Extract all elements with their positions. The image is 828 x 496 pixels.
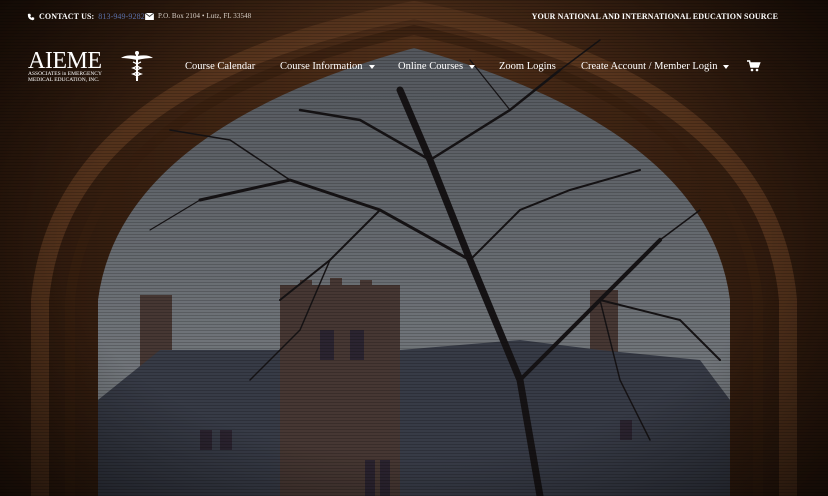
contact-label: CONTACT US: bbox=[39, 12, 95, 21]
nav-zoom-logins[interactable]: Zoom Logins bbox=[499, 61, 556, 72]
chevron-down-icon bbox=[469, 64, 476, 69]
tagline: YOUR NATIONAL AND INTERNATIONAL EDUCATIO… bbox=[531, 12, 778, 21]
nav-label: Course Information bbox=[280, 61, 363, 72]
site-logo[interactable]: AIEME ASSOCIATES in EMERGENCY MEDICAL ED… bbox=[28, 48, 156, 86]
caduceus-icon bbox=[121, 51, 153, 81]
address-text: P.O. Box 2104 • Lutz, FL 33548 bbox=[158, 12, 252, 20]
cart-icon[interactable] bbox=[747, 60, 761, 72]
phone-icon bbox=[27, 13, 35, 20]
nav-course-information[interactable]: Course Information bbox=[280, 61, 375, 72]
nav-label: Zoom Logins bbox=[499, 61, 556, 72]
nav-label: Create Account / Member Login bbox=[581, 61, 718, 72]
mail-icon bbox=[145, 12, 154, 20]
nav-online-courses[interactable]: Online Courses bbox=[398, 61, 476, 72]
mailing-address: P.O. Box 2104 • Lutz, FL 33548 bbox=[145, 12, 251, 20]
chevron-down-icon bbox=[368, 64, 375, 69]
phone-link[interactable]: 813-949-9282 bbox=[98, 12, 145, 21]
contact-info: CONTACT US: 813-949-9282 bbox=[27, 12, 145, 21]
nav-label: Online Courses bbox=[398, 61, 464, 72]
logo-subtitle-line2: MEDICAL EDUCATION, INC. bbox=[28, 77, 100, 83]
top-utility-bar: CONTACT US: 813-949-9282 P.O. Box 2104 •… bbox=[0, 0, 828, 34]
nav-create-account-login[interactable]: Create Account / Member Login bbox=[581, 61, 730, 72]
nav-label: Course Calendar bbox=[185, 61, 256, 72]
logo-subtitle: ASSOCIATES in EMERGENCY MEDICAL EDUCATIO… bbox=[28, 71, 126, 83]
chevron-down-icon bbox=[723, 64, 730, 69]
nav-course-calendar[interactable]: Course Calendar bbox=[185, 61, 255, 72]
